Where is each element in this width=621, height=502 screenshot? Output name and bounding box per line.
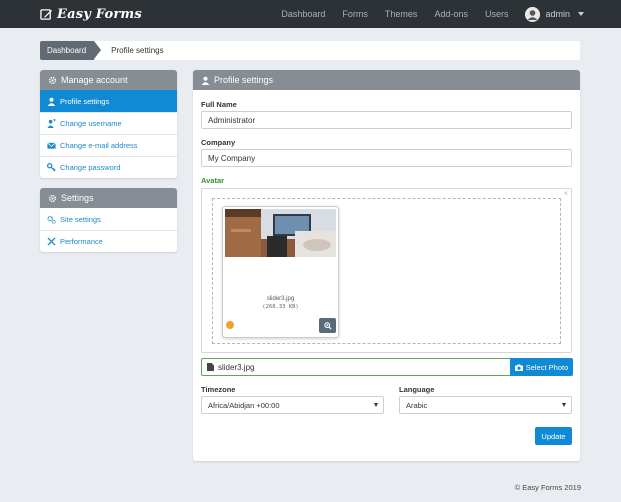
nav-link-users[interactable]: Users [485, 9, 509, 19]
nav-links: Dashboard Forms Themes Add-ons Users adm… [264, 0, 584, 28]
settings-panel: Settings Site settings Performance [40, 188, 177, 252]
manage-account-header: Manage account [40, 70, 177, 90]
settings-header: Settings [40, 188, 177, 208]
brand-name: Easy Forms [57, 6, 142, 22]
nav-link-forms[interactable]: Forms [342, 9, 368, 19]
gear-icon [48, 194, 57, 202]
gear-icon [48, 76, 57, 84]
breadcrumb-current: Profile settings [111, 46, 164, 55]
avatar-label: Avatar [201, 176, 225, 185]
file-preview-card: slider3.jpg (268.33 KB) [222, 206, 339, 338]
full-name-label: Full Name [201, 100, 237, 109]
camera-icon [514, 364, 523, 371]
manage-account-panel: Manage account Profile settings Change u… [40, 70, 177, 178]
preview-image [225, 209, 336, 257]
preview-file-size: (268.33 KB) [262, 304, 299, 310]
preview-photo [225, 209, 336, 257]
sidebar-item-change-username[interactable]: Change username [40, 112, 177, 134]
user-menu[interactable]: admin [525, 6, 584, 22]
select-photo-button[interactable]: Select Photo [510, 358, 573, 376]
settings-title: Settings [61, 193, 94, 203]
preview-file-name: slider3.jpg [266, 296, 295, 302]
sidebar-item-label: Change username [60, 119, 122, 128]
sidebar-item-profile-settings[interactable]: Profile settings [40, 90, 177, 112]
edit-icon [40, 8, 53, 20]
avatar [525, 6, 541, 22]
zoom-in-icon [323, 321, 332, 330]
language-label: Language [399, 385, 435, 394]
timezone-value: Africa/Abidjan +00:00 [208, 400, 280, 410]
company-label: Company [201, 138, 236, 147]
envelope-icon [47, 142, 56, 149]
sidebar-item-performance[interactable]: Performance [40, 230, 177, 252]
selected-file-name: slider3.jpg [218, 362, 255, 372]
caret-down-icon [578, 12, 584, 16]
sidebar-item-label: Profile settings [60, 96, 110, 106]
wrench-icon [47, 237, 56, 246]
sidebar-item-change-password[interactable]: Change password [40, 156, 177, 178]
timezone-select[interactable]: Africa/Abidjan +00:00 [201, 396, 384, 414]
profile-settings-panel: Profile settings Full Name Administrator… [193, 70, 580, 461]
breadcrumb: Dashboard Profile settings [40, 41, 580, 60]
brand-logo[interactable]: Easy Forms [40, 5, 142, 23]
avatar-upload-area: × slider3.jpg (268.33 KB) [201, 188, 572, 353]
breadcrumb-dashboard[interactable]: Dashboard [40, 41, 102, 60]
close-icon[interactable]: × [563, 189, 568, 198]
language-value: Arabic [406, 400, 428, 410]
user-avatar-icon [525, 6, 541, 22]
sidebar-item-site-settings[interactable]: Site settings [40, 208, 177, 230]
top-navbar: Easy Forms Dashboard Forms Themes Add-on… [0, 0, 621, 28]
nav-link-addons[interactable]: Add-ons [434, 9, 468, 19]
user-edit-icon [47, 119, 56, 128]
select-photo-label: Select Photo [525, 362, 569, 372]
manage-account-title: Manage account [61, 75, 128, 85]
user-icon [201, 76, 210, 85]
chevron-down-icon [562, 403, 566, 407]
cogs-icon [47, 215, 56, 224]
sidebar-item-label: Change e-mail address [60, 141, 138, 150]
sidebar-item-label: Change password [60, 163, 121, 172]
chevron-down-icon [374, 403, 378, 407]
nav-link-dashboard[interactable]: Dashboard [281, 9, 325, 19]
plus-circle-icon[interactable] [226, 321, 234, 329]
nav-link-themes[interactable]: Themes [385, 9, 418, 19]
user-name: admin [545, 9, 570, 19]
zoom-button[interactable] [319, 318, 336, 333]
sidebar-item-change-email[interactable]: Change e-mail address [40, 134, 177, 156]
full-name-input[interactable]: Administrator [201, 111, 572, 129]
file-icon [207, 363, 214, 371]
language-select[interactable]: Arabic [399, 396, 572, 414]
footer-copyright: © Easy Forms 2019 [514, 483, 581, 492]
profile-settings-header: Profile settings [193, 70, 580, 90]
user-icon [47, 97, 56, 106]
update-button[interactable]: Update [535, 427, 572, 445]
key-icon [47, 163, 56, 172]
file-input-group: slider3.jpg Select Photo [201, 358, 573, 376]
sidebar-item-label: Performance [60, 237, 103, 246]
timezone-label: Timezone [201, 385, 236, 394]
profile-settings-title: Profile settings [214, 75, 274, 85]
company-input[interactable]: My Company [201, 149, 572, 167]
avatar-dropzone[interactable]: slider3.jpg (268.33 KB) [212, 198, 561, 344]
selected-file-field[interactable]: slider3.jpg [201, 358, 510, 376]
sidebar-item-label: Site settings [60, 214, 101, 224]
